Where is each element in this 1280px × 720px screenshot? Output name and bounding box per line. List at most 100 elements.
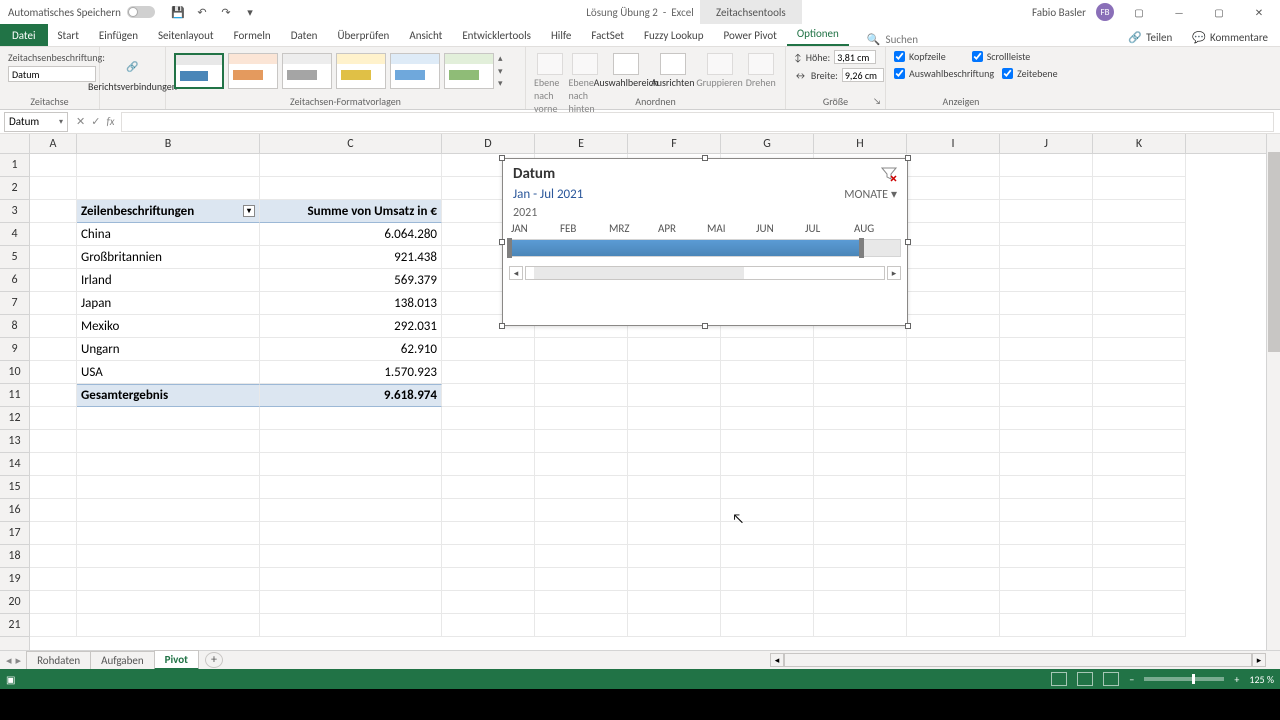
col-A[interactable]: A	[30, 134, 77, 153]
cell[interactable]	[1093, 154, 1186, 177]
row-15[interactable]: 15	[0, 476, 29, 499]
cell[interactable]: 138.013	[260, 292, 442, 315]
cell[interactable]	[535, 591, 628, 614]
cell[interactable]	[260, 499, 442, 522]
cell[interactable]	[30, 269, 77, 292]
cell[interactable]	[30, 499, 77, 522]
cell[interactable]	[1093, 568, 1186, 591]
cell[interactable]	[1000, 269, 1093, 292]
tab-factset[interactable]: FactSet	[581, 25, 634, 46]
tab-start[interactable]: Start	[48, 25, 89, 46]
style-option-5[interactable]	[390, 53, 440, 89]
cell[interactable]	[1093, 591, 1186, 614]
tab-hilfe[interactable]: Hilfe	[541, 25, 581, 46]
cell[interactable]: 569.379	[260, 269, 442, 292]
vertical-scrollbar[interactable]	[1266, 134, 1280, 650]
cell[interactable]	[30, 407, 77, 430]
cell[interactable]	[1093, 269, 1186, 292]
cell[interactable]	[907, 453, 1000, 476]
cell[interactable]	[721, 384, 814, 407]
height-input[interactable]	[834, 50, 876, 64]
cell[interactable]	[77, 614, 260, 637]
slicer-track[interactable]	[509, 239, 901, 257]
cell[interactable]	[260, 568, 442, 591]
cell[interactable]	[30, 568, 77, 591]
cell[interactable]	[260, 177, 442, 200]
cell[interactable]	[1093, 361, 1186, 384]
cell[interactable]	[721, 361, 814, 384]
cell[interactable]	[30, 177, 77, 200]
cell[interactable]	[1000, 568, 1093, 591]
tab-formeln[interactable]: Formeln	[224, 25, 281, 46]
cell[interactable]	[442, 591, 535, 614]
cell[interactable]	[1093, 476, 1186, 499]
cell[interactable]	[907, 223, 1000, 246]
row-2[interactable]: 2	[0, 177, 29, 200]
cell[interactable]	[442, 476, 535, 499]
cell[interactable]	[1093, 246, 1186, 269]
horizontal-scrollbar[interactable]: ◂▸	[770, 653, 1266, 667]
cell[interactable]	[30, 522, 77, 545]
cancel-edit-icon[interactable]: ✕	[76, 115, 85, 128]
cell[interactable]	[30, 591, 77, 614]
cell[interactable]	[628, 384, 721, 407]
cell[interactable]	[535, 545, 628, 568]
cell[interactable]	[30, 384, 77, 407]
undo-icon[interactable]: ↶	[195, 5, 209, 19]
timeline-slicer[interactable]: Datum Jan - Jul 2021 MONATE▾ 2021 JANFEB…	[502, 158, 908, 326]
time-level-dropdown[interactable]: MONATE▾	[844, 187, 897, 202]
cell[interactable]	[442, 338, 535, 361]
avatar[interactable]: FB	[1096, 3, 1114, 21]
select-all-corner[interactable]	[0, 134, 30, 153]
cell[interactable]	[260, 591, 442, 614]
row-13[interactable]: 13	[0, 430, 29, 453]
col-G[interactable]: G	[721, 134, 814, 153]
resize-handle[interactable]	[702, 323, 708, 329]
page-break-view-icon[interactable]	[1103, 672, 1119, 686]
cell[interactable]: Mexiko	[77, 315, 260, 338]
cell[interactable]	[535, 430, 628, 453]
report-connections-icon[interactable]: 🔗	[119, 53, 147, 79]
cell[interactable]	[907, 407, 1000, 430]
name-box[interactable]: Datum▾	[4, 112, 68, 132]
cell[interactable]	[30, 292, 77, 315]
pivot-filter-icon[interactable]: ▾	[243, 205, 255, 217]
resize-handle[interactable]	[905, 155, 911, 161]
cell[interactable]	[1093, 315, 1186, 338]
cell[interactable]	[907, 568, 1000, 591]
cell[interactable]	[77, 522, 260, 545]
row-3[interactable]: 3	[0, 200, 29, 223]
cell[interactable]: USA	[77, 361, 260, 384]
cell[interactable]	[814, 614, 907, 637]
resize-handle[interactable]	[905, 239, 911, 245]
row-21[interactable]: 21	[0, 614, 29, 637]
style-option-2[interactable]	[228, 53, 278, 89]
cell[interactable]	[1000, 361, 1093, 384]
style-option-6[interactable]	[444, 53, 494, 89]
redo-icon[interactable]: ↷	[219, 5, 233, 19]
cell[interactable]: 62.910	[260, 338, 442, 361]
cell[interactable]	[1000, 545, 1093, 568]
cell[interactable]	[1093, 430, 1186, 453]
cell[interactable]	[907, 200, 1000, 223]
page-layout-view-icon[interactable]	[1077, 672, 1093, 686]
cell[interactable]	[628, 614, 721, 637]
cell[interactable]	[1000, 384, 1093, 407]
cell[interactable]	[442, 384, 535, 407]
cell[interactable]	[1000, 499, 1093, 522]
row-17[interactable]: 17	[0, 522, 29, 545]
row-14[interactable]: 14	[0, 453, 29, 476]
tab-einfuegen[interactable]: Einfügen	[89, 25, 148, 46]
cell[interactable]	[30, 200, 77, 223]
col-E[interactable]: E	[535, 134, 628, 153]
zoom-in-icon[interactable]: +	[1234, 673, 1239, 686]
cell[interactable]	[1000, 476, 1093, 499]
cell[interactable]	[1000, 591, 1093, 614]
cell[interactable]	[1093, 223, 1186, 246]
row-10[interactable]: 10	[0, 361, 29, 384]
cell[interactable]	[721, 545, 814, 568]
caption-input[interactable]	[8, 66, 96, 82]
cell[interactable]	[721, 522, 814, 545]
cell[interactable]	[1093, 200, 1186, 223]
cell[interactable]	[260, 154, 442, 177]
